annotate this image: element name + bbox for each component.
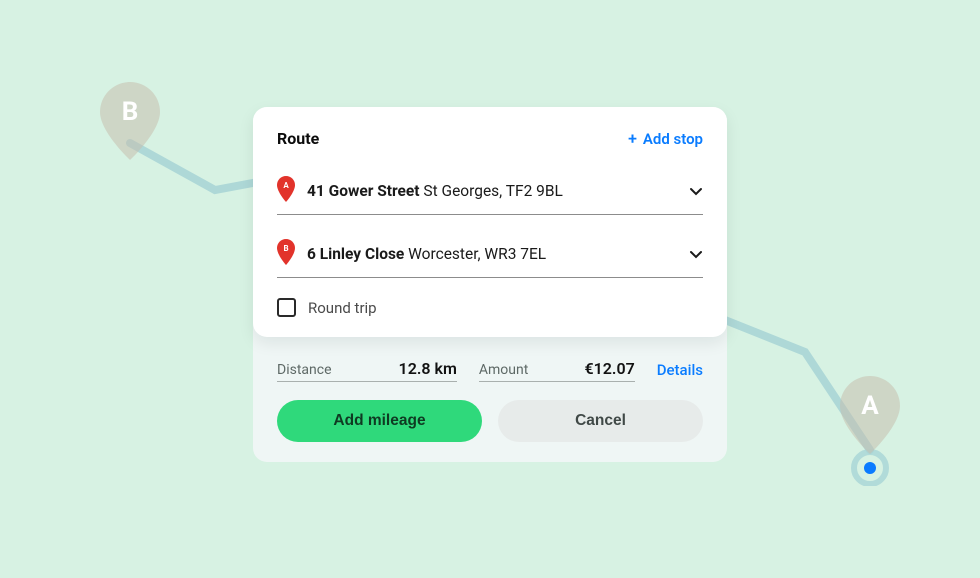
add-stop-button[interactable]: + Add stop: [628, 129, 703, 148]
summary-row: Distance 12.8 km Amount €12.07 Details: [253, 337, 727, 396]
amount-field: Amount €12.07: [479, 359, 635, 382]
chevron-down-icon: [689, 184, 703, 198]
checkbox-icon: [277, 298, 296, 317]
pin-b-icon: B: [277, 239, 295, 269]
stop-a-address: 41 Gower Street St Georges, TF2 9BL: [307, 182, 677, 200]
svg-text:A: A: [283, 181, 289, 190]
mileage-card: Route + Add stop A 41 Gower Street St Ge…: [253, 107, 727, 462]
amount-label: Amount: [479, 362, 528, 378]
round-trip-checkbox[interactable]: Round trip: [277, 298, 703, 317]
route-section: Route + Add stop A 41 Gower Street St Ge…: [253, 107, 727, 337]
stop-row-a[interactable]: A 41 Gower Street St Georges, TF2 9BL: [277, 166, 703, 215]
plus-icon: +: [628, 129, 637, 148]
pin-a-icon: A: [277, 176, 295, 206]
button-row: Add mileage Cancel: [253, 396, 727, 462]
route-header: Route + Add stop: [277, 129, 703, 148]
chevron-down-icon: [689, 247, 703, 261]
stop-row-b[interactable]: B 6 Linley Close Worcester, WR3 7EL: [277, 229, 703, 278]
route-title: Route: [277, 129, 319, 148]
stop-b-address: 6 Linley Close Worcester, WR3 7EL: [307, 245, 677, 263]
map-pin-a-bg: A: [828, 376, 912, 490]
distance-value: 12.8 km: [399, 359, 457, 378]
map-pin-a-label: A: [861, 391, 879, 421]
distance-label: Distance: [277, 362, 332, 378]
map-pin-b-label: B: [122, 97, 139, 127]
distance-field: Distance 12.8 km: [277, 359, 457, 382]
svg-text:B: B: [283, 244, 288, 253]
amount-value: €12.07: [584, 359, 634, 378]
map-pin-b-bg: B: [100, 82, 160, 164]
round-trip-label: Round trip: [308, 299, 377, 317]
details-link[interactable]: Details: [657, 361, 703, 382]
cancel-button[interactable]: Cancel: [498, 400, 703, 442]
add-mileage-button[interactable]: Add mileage: [277, 400, 482, 442]
add-stop-label: Add stop: [643, 130, 703, 148]
